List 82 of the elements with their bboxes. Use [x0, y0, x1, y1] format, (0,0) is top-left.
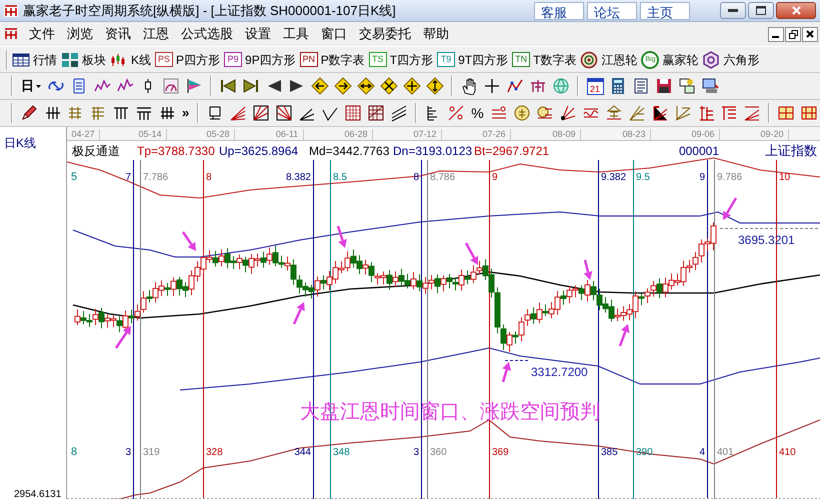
date-label: 09-20: [760, 129, 784, 139]
time-label: 3: [125, 447, 131, 458]
symbol-code: 000001: [678, 144, 719, 158]
more-button[interactable]: »: [180, 102, 192, 124]
time-label: 3: [413, 447, 419, 458]
date-label: 06-28: [344, 129, 368, 139]
toolbar-button[interactable]: P9 9P四方形: [224, 48, 296, 70]
price-label: 3312.7200: [531, 365, 588, 379]
indicator-value: Bt=2967.9721: [474, 144, 550, 158]
indicator-name: 极反通道: [72, 144, 120, 158]
time-label: 348: [333, 447, 350, 458]
time-label: 9.5: [636, 172, 650, 183]
time-label: 369: [492, 447, 509, 458]
time-label: 7: [125, 172, 131, 183]
toolbar-button[interactable]: PS P四方形: [155, 48, 220, 70]
time-label: 9.382: [601, 172, 626, 183]
time-label: 410: [779, 447, 796, 458]
time-label: 9: [492, 172, 498, 183]
time-label: 8.786: [430, 172, 456, 183]
menu-item[interactable]: 江恩: [138, 24, 174, 44]
indicator-value: Md=3442.7763: [309, 144, 390, 158]
menu-item[interactable]: 浏览: [62, 24, 98, 44]
toolbar-button[interactable]: 江恩轮: [580, 48, 638, 70]
badge-icon: PN: [300, 52, 318, 67]
badge-icon: TS: [368, 52, 387, 67]
badge-icon: T9: [437, 52, 456, 67]
menu-item[interactable]: 文件: [24, 24, 60, 44]
menu-item[interactable]: 设置: [240, 24, 276, 44]
time-label: 319: [143, 447, 160, 458]
date-label: 06-11: [276, 129, 298, 139]
date-label: 09-06: [691, 129, 715, 139]
badge-icon: TN: [512, 52, 530, 67]
period-dropdown[interactable]: 日: [19, 75, 43, 97]
time-label: 7.786: [143, 172, 168, 183]
link-button[interactable]: 主页: [640, 2, 690, 20]
time-label: 8: [206, 172, 212, 183]
toolbar-button[interactable]: TS T四方形: [368, 48, 434, 70]
date-label: 08-09: [552, 129, 576, 139]
badge-icon: PS: [155, 52, 174, 67]
menu-item[interactable]: 交易委托: [354, 24, 416, 44]
time-label: 8.5: [333, 172, 347, 183]
date-label: 04-27: [71, 129, 95, 139]
menu-item[interactable]: 公式选股: [176, 24, 238, 44]
toolbar-button[interactable]: 行情: [12, 48, 57, 70]
toolbar-button[interactable]: T9 9T四方形: [437, 48, 508, 70]
symbol-name: 上证指数: [765, 143, 817, 158]
date-label: 08-23: [622, 129, 646, 139]
link-button[interactable]: 论坛: [587, 2, 637, 20]
time-label: 8: [71, 446, 78, 458]
time-label: 344: [294, 447, 311, 458]
menu-item[interactable]: 帮助: [418, 24, 454, 44]
toolbar-button[interactable]: 六角形: [702, 48, 760, 70]
time-label: 4: [699, 447, 705, 458]
percent-button[interactable]: %: [469, 102, 486, 124]
time-label: 385: [601, 447, 618, 458]
menu-item[interactable]: 资讯: [100, 24, 136, 44]
menu-item[interactable]: 工具: [278, 24, 314, 44]
axis-min-label: 2954.6131: [14, 489, 62, 499]
toolbar-button[interactable]: TN T数字表: [512, 48, 576, 70]
time-label: 328: [206, 447, 223, 458]
time-label: 10: [779, 172, 790, 183]
badge-icon: P9: [224, 52, 242, 67]
time-label: 360: [430, 447, 447, 458]
link-button[interactable]: 客服: [534, 2, 584, 20]
toolbar-button[interactable]: 板块: [61, 48, 106, 70]
toolbar-button[interactable]: PN P数字表: [300, 48, 365, 70]
date-label: 05-14: [138, 129, 162, 139]
time-label: 9: [699, 172, 705, 183]
date-label: 07-12: [413, 129, 437, 139]
window-title: 赢家老子时空周期系统[纵横版] - [上证指数 SH000001-107日K线]: [23, 2, 396, 20]
toolbar-button[interactable]: K线: [110, 48, 152, 70]
date-label: 07-26: [482, 129, 506, 139]
indicator-value: Tp=3788.7330: [137, 144, 215, 158]
time-label: 5: [71, 171, 78, 183]
time-label: 8.382: [286, 172, 311, 183]
indicator-value: Dn=3193.0123: [393, 144, 472, 158]
indicator-value: Up=3625.8964: [219, 144, 298, 158]
date-label: 05-28: [206, 129, 230, 139]
time-label: 401: [717, 447, 734, 458]
menu-item[interactable]: 窗口: [316, 24, 352, 44]
period-label: 日K线: [4, 136, 36, 150]
time-label: 9.786: [717, 172, 742, 183]
